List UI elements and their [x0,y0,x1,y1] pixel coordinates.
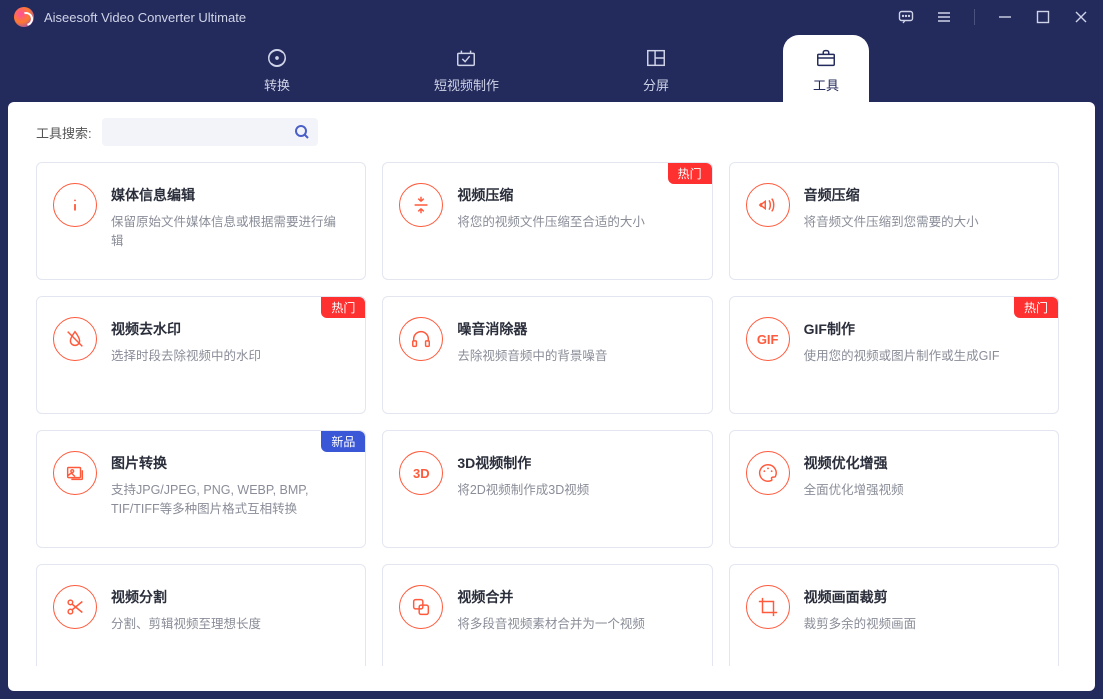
tool-desc: 支持JPG/JPEG, PNG, WEBP, BMP, TIF/TIFF等多种图… [111,481,347,519]
tool-title: 视频画面裁剪 [804,587,917,607]
tool-desc: 将多段音视频素材合并为一个视频 [457,615,645,634]
search-row: 工具搜索: [36,118,1067,146]
new-badge: 新品 [321,431,365,452]
close-icon[interactable] [1073,9,1089,25]
divider [974,9,975,25]
tool-title: 视频合并 [457,587,645,607]
tool-title: 图片转换 [111,453,347,473]
tool-gif-maker[interactable]: 热门 GIF GIF制作使用您的视频或图片制作或生成GIF [729,296,1059,414]
hot-badge: 热门 [321,297,365,318]
hot-badge: 热门 [668,163,712,184]
audio-compress-icon [746,183,790,227]
tool-desc: 裁剪多余的视频画面 [804,615,917,634]
tool-video-merge[interactable]: 视频合并将多段音视频素材合并为一个视频 [382,564,712,666]
tool-title: GIF制作 [804,319,1000,339]
search-input[interactable] [102,118,318,146]
tool-media-metadata[interactable]: 媒体信息编辑保留原始文件媒体信息或根据需要进行编辑 [36,162,366,280]
tool-desc: 选择时段去除视频中的水印 [111,347,261,366]
search-field[interactable] [110,125,294,139]
tool-title: 媒体信息编辑 [111,185,347,205]
tool-title: 3D视频制作 [457,453,589,473]
tool-desc: 使用您的视频或图片制作或生成GIF [804,347,1000,366]
tool-desc: 全面优化增强视频 [804,481,904,500]
tool-desc: 分割、剪辑视频至理想长度 [111,615,261,634]
maximize-icon[interactable] [1035,9,1051,25]
tool-video-enhance[interactable]: 视频优化增强全面优化增强视频 [729,430,1059,548]
tool-title: 视频去水印 [111,319,261,339]
tab-toolbox[interactable]: 工具 [783,35,869,102]
app-logo-icon [14,7,34,27]
hot-badge: 热门 [1014,297,1058,318]
tool-title: 视频分割 [111,587,261,607]
gif-icon: GIF [746,317,790,361]
tool-desc: 将您的视频文件压缩至合适的大小 [457,213,645,232]
tool-video-trim[interactable]: 视频分割分割、剪辑视频至理想长度 [36,564,366,666]
tool-watermark-remove[interactable]: 热门 视频去水印选择时段去除视频中的水印 [36,296,366,414]
feedback-icon[interactable] [898,9,914,25]
tab-collage[interactable]: 分屏 [613,35,699,102]
tab-label: 转换 [264,75,290,94]
search-label: 工具搜索: [36,123,92,142]
scissors-icon [53,585,97,629]
tab-label: 短视频制作 [434,75,499,94]
titlebar: Aiseesoft Video Converter Ultimate [0,0,1103,34]
merge-icon [399,585,443,629]
compress-icon [399,183,443,227]
tool-3d-maker[interactable]: 3D 3D视频制作将2D视频制作成3D视频 [382,430,712,548]
tab-mv[interactable]: 短视频制作 [404,35,529,102]
search-icon [294,124,310,140]
main-tabs: 转换 短视频制作 分屏 工具 [0,34,1103,102]
tool-desc: 去除视频音频中的背景噪音 [457,347,607,366]
tools-grid: 媒体信息编辑保留原始文件媒体信息或根据需要进行编辑 热门 视频压缩将您的视频文件… [36,162,1067,666]
tool-noise-remove[interactable]: 噪音消除器去除视频音频中的背景噪音 [382,296,712,414]
menu-icon[interactable] [936,9,952,25]
tool-desc: 保留原始文件媒体信息或根据需要进行编辑 [111,213,347,251]
tool-title: 视频优化增强 [804,453,904,473]
tool-desc: 将2D视频制作成3D视频 [457,481,589,500]
tool-video-crop[interactable]: 视频画面裁剪裁剪多余的视频画面 [729,564,1059,666]
tool-title: 音频压缩 [804,185,979,205]
minimize-icon[interactable] [997,9,1013,25]
palette-icon [746,451,790,495]
info-icon [53,183,97,227]
tools-panel: 工具搜索: 媒体信息编辑保留原始文件媒体信息或根据需要进行编辑 热门 视频压缩将… [8,102,1095,691]
tool-title: 视频压缩 [457,185,645,205]
crop-icon [746,585,790,629]
image-convert-icon [53,451,97,495]
no-water-icon [53,317,97,361]
headphone-icon [399,317,443,361]
tool-desc: 将音频文件压缩到您需要的大小 [804,213,979,232]
tool-title: 噪音消除器 [457,319,607,339]
tab-label: 工具 [813,75,839,94]
tool-image-convert[interactable]: 新品 图片转换支持JPG/JPEG, PNG, WEBP, BMP, TIF/T… [36,430,366,548]
tab-convert[interactable]: 转换 [234,35,320,102]
tool-audio-compress[interactable]: 音频压缩将音频文件压缩到您需要的大小 [729,162,1059,280]
tool-video-compress[interactable]: 热门 视频压缩将您的视频文件压缩至合适的大小 [382,162,712,280]
window-buttons [898,9,1089,25]
app-title: Aiseesoft Video Converter Ultimate [44,10,246,25]
tab-label: 分屏 [643,75,669,94]
3d-icon: 3D [399,451,443,495]
